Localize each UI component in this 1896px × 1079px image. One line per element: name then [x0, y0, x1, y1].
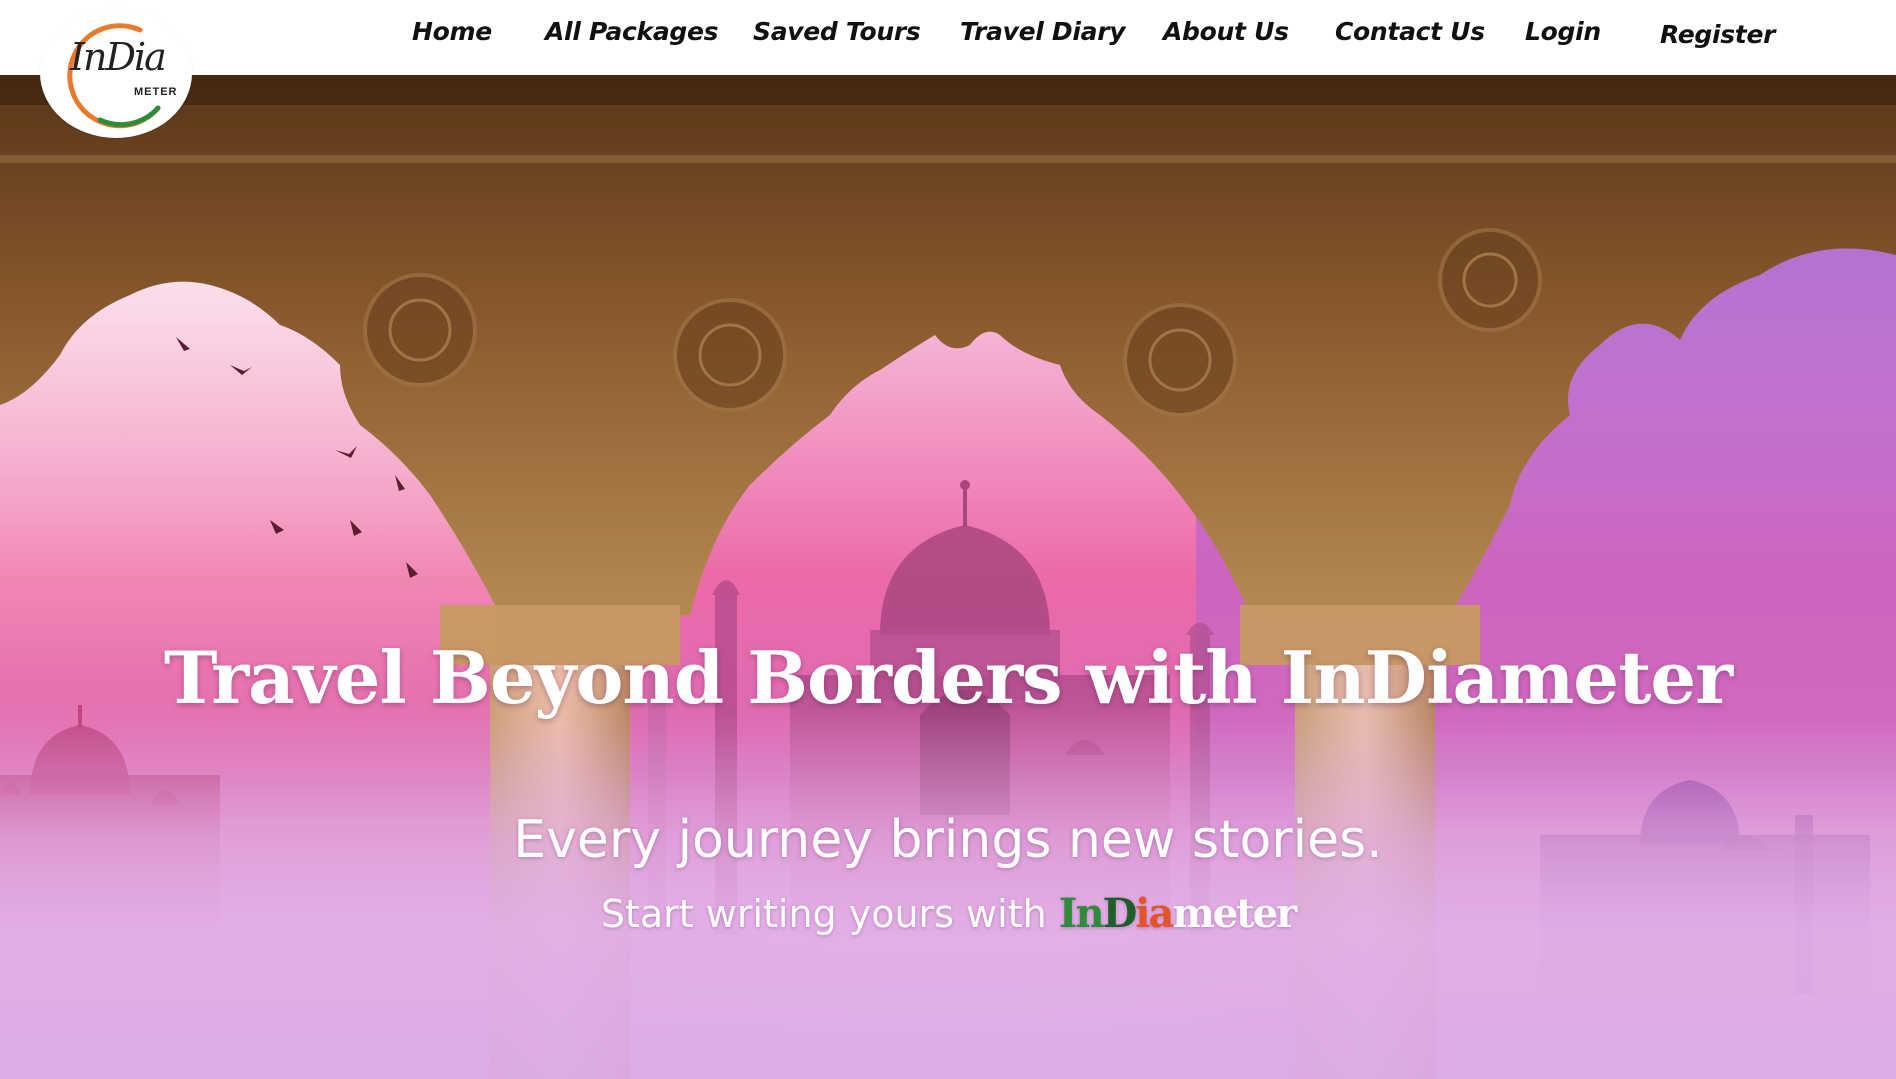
- hero-brand-name: InDiameter: [1058, 890, 1297, 937]
- top-navbar: Home All Packages Saved Tours Travel Dia…: [0, 0, 1896, 75]
- nav-about-us[interactable]: About Us: [1163, 17, 1289, 46]
- nav-saved-tours[interactable]: Saved Tours: [753, 17, 921, 46]
- logo-script-text: InDia: [70, 35, 167, 79]
- nav-register[interactable]: Register: [1660, 20, 1775, 49]
- nav-all-packages[interactable]: All Packages: [545, 17, 719, 46]
- nav-travel-diary[interactable]: Travel Diary: [960, 17, 1126, 46]
- hero-subtitle-prefix: Start writing yours with: [600, 892, 1047, 936]
- logo-sub-text: METER: [134, 86, 178, 98]
- nav-menu: Home All Packages Saved Tours Travel Dia…: [0, 0, 1896, 75]
- nav-contact-us[interactable]: Contact Us: [1335, 17, 1485, 46]
- nav-home[interactable]: Home: [412, 17, 492, 46]
- brand-logo[interactable]: InDia METER: [40, 8, 192, 138]
- hero-banner: Travel Beyond Borders with InDiameter Ev…: [0, 75, 1896, 1079]
- hero-tagline: Every journey brings new stories.: [513, 810, 1383, 870]
- nav-login[interactable]: Login: [1525, 17, 1601, 46]
- hero-subtitle: Start writing yours with InDiameter: [0, 890, 1896, 937]
- hero-title: Travel Beyond Borders with InDiameter: [163, 635, 1733, 720]
